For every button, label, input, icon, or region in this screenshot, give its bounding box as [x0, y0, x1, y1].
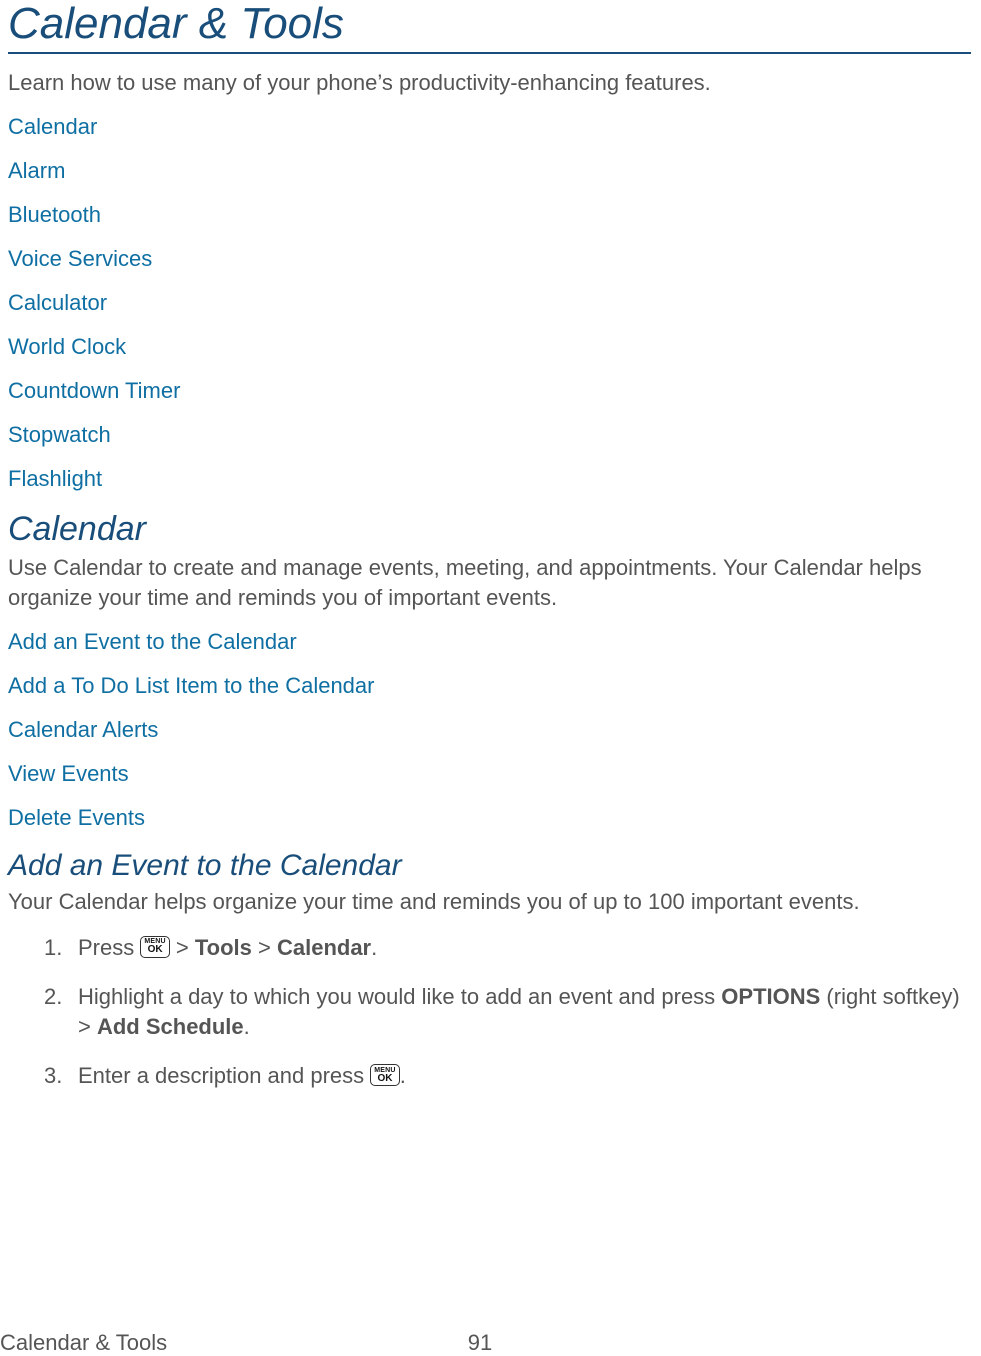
link-delete-events[interactable]: Delete Events: [8, 805, 145, 830]
link-alarm[interactable]: Alarm: [8, 158, 65, 183]
link-view-events[interactable]: View Events: [8, 761, 129, 786]
options-label: OPTIONS: [721, 984, 820, 1009]
link-flashlight[interactable]: Flashlight: [8, 466, 102, 491]
menu-ok-button-icon: MENUOK: [140, 936, 169, 958]
link-bluetooth[interactable]: Bluetooth: [8, 202, 101, 227]
step-text: Enter a description and press: [78, 1063, 370, 1088]
section-add-event-intro: Your Calendar helps organize your time a…: [8, 887, 971, 917]
intro-text: Learn how to use many of your phone’s pr…: [8, 68, 971, 98]
footer-left: Calendar & Tools: [0, 1330, 167, 1356]
period: .: [244, 1014, 250, 1039]
gt-separator: >: [170, 935, 195, 960]
link-calculator[interactable]: Calculator: [8, 290, 107, 315]
section-calendar-intro: Use Calendar to create and manage events…: [8, 553, 971, 612]
link-voice-services[interactable]: Voice Services: [8, 246, 152, 271]
period: .: [400, 1063, 406, 1088]
link-calendar[interactable]: Calendar: [8, 114, 97, 139]
link-calendar-alerts[interactable]: Calendar Alerts: [8, 717, 158, 742]
section-add-event-title: Add an Event to the Calendar: [8, 849, 971, 884]
section-calendar-title: Calendar: [8, 510, 971, 549]
gt-separator: >: [252, 935, 277, 960]
steps-list: Press MENUOK > Tools > Calendar. Highlig…: [44, 933, 971, 1092]
link-add-event[interactable]: Add an Event to the Calendar: [8, 629, 297, 654]
link-add-todo[interactable]: Add a To Do List Item to the Calendar: [8, 673, 374, 698]
link-countdown-timer[interactable]: Countdown Timer: [8, 378, 180, 403]
menu-ok-button-icon: MENUOK: [370, 1064, 399, 1086]
step-text: Press: [78, 935, 140, 960]
calendar-label: Calendar: [277, 935, 371, 960]
step-text: Highlight a day to which you would like …: [78, 984, 721, 1009]
tools-label: Tools: [195, 935, 252, 960]
top-links-list: Calendar Alarm Bluetooth Voice Services …: [8, 114, 971, 492]
step-3: Enter a description and press MENUOK.: [44, 1061, 971, 1092]
add-schedule-label: Add Schedule: [97, 1014, 244, 1039]
step-2: Highlight a day to which you would like …: [44, 982, 971, 1044]
calendar-links-list: Add an Event to the Calendar Add a To Do…: [8, 629, 971, 831]
step-1: Press MENUOK > Tools > Calendar.: [44, 933, 971, 964]
link-stopwatch[interactable]: Stopwatch: [8, 422, 111, 447]
page-footer: Calendar & Tools 91: [0, 1330, 960, 1356]
page-title: Calendar & Tools: [8, 0, 971, 54]
link-world-clock[interactable]: World Clock: [8, 334, 126, 359]
footer-page-number: 91: [468, 1330, 492, 1356]
period: .: [371, 935, 377, 960]
